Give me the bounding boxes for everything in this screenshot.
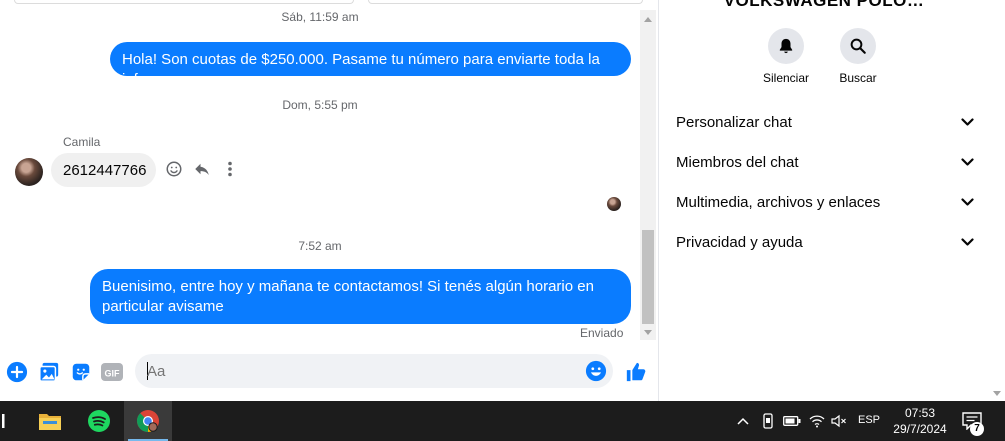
previous-card bbox=[368, 0, 643, 4]
section-privacy-help[interactable]: Privacidad y ayuda bbox=[676, 228, 974, 256]
chevron-down-icon bbox=[960, 235, 974, 249]
timestamp: 7:52 am bbox=[298, 239, 342, 253]
section-customize-chat[interactable]: Personalizar chat bbox=[676, 108, 974, 136]
avatar[interactable] bbox=[15, 158, 43, 186]
sender-name: Camila bbox=[63, 135, 101, 149]
scroll-down-icon[interactable] bbox=[644, 330, 652, 335]
battery-icon[interactable] bbox=[783, 401, 801, 441]
scroll-down-icon[interactable] bbox=[993, 391, 1001, 396]
section-label: Miembros del chat bbox=[676, 153, 799, 171]
chevron-down-icon bbox=[960, 195, 974, 209]
clock-date: 29/7/2024 bbox=[893, 422, 947, 436]
section-label: Privacidad y ayuda bbox=[676, 233, 803, 251]
outgoing-message[interactable]: Buenisimo, entre hoy y mañana te contact… bbox=[90, 269, 631, 324]
spotify-icon[interactable] bbox=[75, 401, 123, 441]
more-options-icon[interactable] bbox=[221, 158, 239, 180]
message-line: Buenisimo, entre hoy y mañana te contact… bbox=[102, 278, 594, 295]
outgoing-message[interactable]: Hola! Son cuotas de $250.000. Pasame tu … bbox=[110, 42, 631, 88]
chevron-down-icon bbox=[960, 155, 974, 169]
taskbar: ESP 07:53 29/7/2024 7 bbox=[0, 401, 1005, 441]
input-language[interactable]: ESP bbox=[858, 414, 880, 426]
emoji-icon[interactable] bbox=[584, 359, 608, 383]
previous-card bbox=[14, 0, 354, 4]
sticker-icon[interactable] bbox=[69, 360, 93, 384]
section-media-files-links[interactable]: Multimedia, archivos y enlaces bbox=[676, 188, 974, 216]
conversation-title: VOLKSWAGEN POLO… bbox=[723, 0, 925, 10]
message-line: particular avisame bbox=[102, 298, 224, 315]
message-input[interactable] bbox=[147, 361, 567, 381]
action-label: Silenciar bbox=[762, 71, 810, 85]
photo-icon[interactable] bbox=[37, 360, 61, 384]
section-label: Personalizar chat bbox=[676, 113, 792, 131]
file-explorer-icon[interactable] bbox=[26, 401, 74, 441]
previous-cards bbox=[14, 0, 644, 4]
section-label: Multimedia, archivos y enlaces bbox=[676, 193, 881, 211]
notification-count-badge: 7 bbox=[970, 422, 984, 436]
system-clock[interactable]: 07:53 29/7/2024 bbox=[882, 405, 958, 437]
task-view-icon[interactable] bbox=[0, 401, 10, 441]
seen-avatar bbox=[607, 197, 621, 211]
message-actions bbox=[165, 158, 239, 180]
scrollbar-thumb[interactable] bbox=[642, 230, 654, 324]
search-icon bbox=[840, 28, 876, 64]
svg-text:GIF: GIF bbox=[105, 369, 121, 379]
screen: Sáb, 11:59 am Hola! Son cuotas de $250.0… bbox=[0, 0, 1005, 441]
wifi-icon[interactable] bbox=[808, 401, 826, 441]
chat-scrollbar[interactable] bbox=[640, 10, 656, 340]
timestamp: Dom, 5:55 pm bbox=[282, 98, 358, 112]
clock-time: 07:53 bbox=[904, 406, 936, 420]
chat-pane: Sáb, 11:59 am Hola! Son cuotas de $250.0… bbox=[0, 0, 658, 401]
add-icon[interactable] bbox=[5, 360, 29, 384]
react-icon[interactable] bbox=[165, 158, 183, 180]
mute-action[interactable]: Silenciar bbox=[756, 28, 816, 85]
chrome-icon[interactable] bbox=[124, 401, 172, 441]
like-icon[interactable] bbox=[624, 360, 648, 384]
device-icon[interactable] bbox=[759, 401, 777, 441]
show-hidden-icons-icon[interactable] bbox=[735, 401, 751, 441]
bell-icon bbox=[768, 28, 804, 64]
gif-icon[interactable]: GIF bbox=[100, 360, 124, 384]
timestamp: Sáb, 11:59 am bbox=[281, 10, 359, 24]
section-chat-members[interactable]: Miembros del chat bbox=[676, 148, 974, 176]
reply-icon[interactable] bbox=[193, 158, 211, 180]
message-input-wrapper bbox=[135, 354, 613, 388]
volume-muted-icon[interactable] bbox=[830, 401, 848, 441]
chevron-down-icon bbox=[960, 115, 974, 129]
action-label: Buscar bbox=[839, 71, 877, 85]
composer: GIF bbox=[0, 350, 658, 394]
search-action[interactable]: Buscar bbox=[828, 28, 888, 85]
scroll-up-icon[interactable] bbox=[644, 17, 652, 22]
message-status: Enviado bbox=[580, 326, 624, 340]
incoming-message[interactable]: 2612447766 bbox=[51, 153, 156, 187]
chat-info-pane: VOLKSWAGEN POLO… Silenciar Buscar Person… bbox=[659, 0, 1005, 401]
